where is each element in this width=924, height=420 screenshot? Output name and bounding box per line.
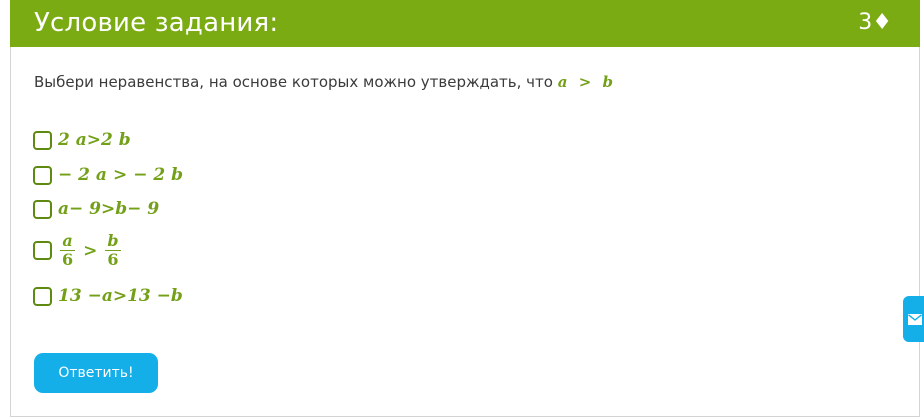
mail-icon (908, 313, 922, 325)
question-math: a > b (558, 73, 613, 91)
option-4-num-left: a (60, 231, 75, 251)
option-3-left: a− 9 (58, 199, 102, 219)
option-5-left: 13 −a (58, 286, 113, 306)
task-header: Условие задания: 3♦ (10, 0, 920, 47)
question-math-gt: > (578, 73, 592, 91)
option-4-fraction-right: b 6 (105, 231, 121, 269)
checkbox-option-1[interactable] (33, 130, 52, 150)
task-title: Условие задания: (34, 8, 279, 38)
option-4-fraction-left: a 6 (60, 232, 75, 269)
question-math-b: b (602, 73, 614, 91)
question-text: Выбери неравенства, на основе которых мо… (34, 72, 613, 92)
option-1-left: 2 a (58, 130, 87, 150)
submit-button[interactable]: Ответить! (34, 353, 158, 393)
option-2-op: > (112, 165, 128, 185)
option-4-op: > (83, 240, 98, 261)
task-points: 3♦ (858, 10, 892, 35)
checkbox-option-5[interactable] (33, 286, 52, 306)
option-5[interactable]: 13 −a>13 −b (33, 286, 183, 306)
option-3-right: b− 9 (115, 199, 160, 219)
option-2[interactable]: − 2 a > − 2 b (33, 165, 183, 185)
option-1-op: > (86, 130, 102, 150)
option-5-right: 13 −b (127, 286, 183, 306)
option-1-right: 2 b (101, 130, 131, 150)
option-3[interactable]: a− 9>b− 9 (33, 199, 159, 219)
option-5-text: 13 −a>13 −b (58, 286, 183, 306)
checkbox-option-2[interactable] (33, 165, 52, 185)
option-5-op: > (112, 286, 128, 306)
option-4-num-right: b (105, 231, 121, 251)
checkbox-option-3[interactable] (33, 199, 52, 219)
option-2-right: − 2 b (133, 165, 183, 185)
option-4-den-left: 6 (62, 250, 74, 269)
feedback-tab[interactable] (903, 296, 924, 342)
option-3-text: a− 9>b− 9 (58, 199, 159, 219)
option-3-op: > (101, 199, 116, 219)
option-4[interactable]: a 6 > b 6 (33, 232, 123, 269)
option-4-text: a 6 > b 6 (58, 232, 123, 269)
option-1[interactable]: 2 a>2 b (33, 130, 131, 150)
question-math-a: a (557, 73, 568, 91)
checkbox-option-4[interactable] (33, 241, 52, 260)
question-label: Выбери неравенства, на основе которых мо… (34, 73, 553, 91)
option-4-den-right: 6 (107, 250, 119, 269)
option-2-left: − 2 a (58, 165, 107, 185)
option-1-text: 2 a>2 b (58, 130, 131, 150)
option-2-text: − 2 a > − 2 b (58, 165, 183, 185)
